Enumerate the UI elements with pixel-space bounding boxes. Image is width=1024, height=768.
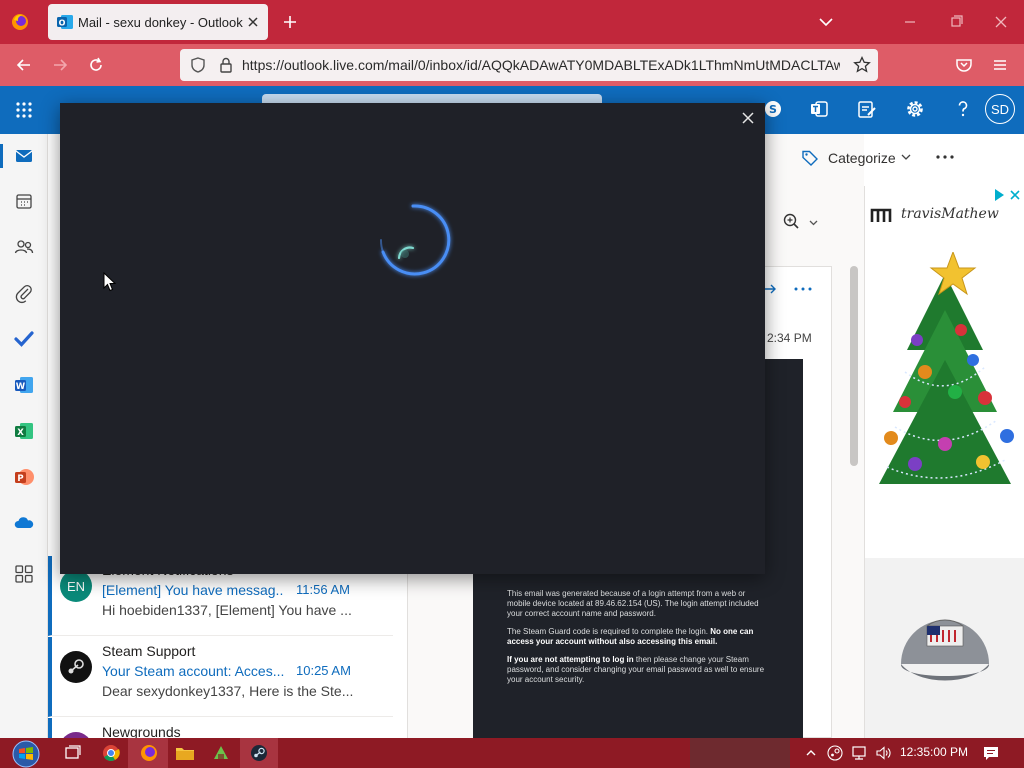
attachment-paperclip-icon[interactable] [13, 282, 35, 304]
powerpoint-icon[interactable]: P [13, 466, 35, 488]
reading-pane-scrollbar[interactable] [850, 266, 858, 466]
svg-text:O: O [59, 19, 66, 28]
rail-active-indicator [0, 144, 3, 168]
window-restore-icon[interactable] [946, 12, 966, 32]
calendar-icon[interactable] [13, 190, 35, 212]
tracking-protection-shield-icon[interactable] [188, 55, 208, 75]
excel-icon[interactable]: X [13, 420, 35, 442]
minecraft-icon[interactable] [210, 743, 232, 763]
message-time: 10:25 AM [296, 663, 351, 678]
outlook-favicon-icon: O [56, 13, 74, 31]
message-more-ellipsis-icon[interactable] [792, 282, 814, 296]
lock-icon[interactable] [216, 55, 236, 75]
back-arrow-icon[interactable] [14, 55, 34, 75]
ad-brand-text: travisMathew [901, 206, 999, 222]
steam-tray-icon[interactable] [826, 744, 844, 762]
chevron-down-icon [900, 151, 912, 163]
window-minimize-icon[interactable] [900, 12, 920, 32]
settings-gear-icon[interactable] [904, 98, 926, 120]
word-icon[interactable]: W [13, 374, 35, 396]
message-time: 11:56 AM [296, 582, 350, 597]
reload-icon[interactable] [86, 55, 106, 75]
email-body-text: This email was generated because of a lo… [507, 589, 771, 693]
pocket-icon[interactable] [954, 55, 974, 75]
new-tab-plus-icon[interactable] [280, 12, 300, 32]
people-icon[interactable] [13, 236, 35, 258]
message-preview: Dear sexydonkey1337, Here is the Ste... [102, 683, 354, 699]
message-subject: [Element] You have messag... [102, 582, 284, 598]
mail-icon[interactable] [13, 145, 35, 167]
baseball-cap-image [891, 590, 999, 700]
start-button-windows-icon[interactable] [8, 740, 44, 768]
taskbar-clock[interactable]: 12:35:00 PM [900, 745, 968, 759]
skype-icon[interactable]: S [762, 98, 784, 120]
zoom-button[interactable] [780, 210, 824, 234]
email-paragraph: This email was generated because of a lo… [507, 589, 759, 618]
list-item[interactable]: Newgrounds [48, 718, 393, 738]
my-day-notes-icon[interactable] [856, 98, 878, 120]
message-sender: Steam Support [102, 643, 196, 659]
volume-speaker-icon[interactable] [874, 744, 892, 762]
list-item[interactable]: Steam Support Your Steam account: Acces.… [48, 637, 393, 717]
url-text: https://outlook.live.com/mail/0/inbox/id… [242, 57, 840, 73]
window-close-icon[interactable] [991, 12, 1011, 32]
message-subject: Your Steam account: Acces... [102, 663, 284, 679]
action-center-notification-icon[interactable] [982, 744, 1000, 762]
loading-modal [60, 103, 765, 574]
teams-icon[interactable] [808, 98, 830, 120]
message-sender: Newgrounds [102, 724, 181, 738]
svg-text:S: S [769, 103, 777, 116]
taskbar-blurred-area [690, 738, 790, 768]
show-hidden-icons-chevron-icon[interactable] [804, 746, 818, 760]
firefox-icon[interactable] [10, 12, 30, 32]
svg-text:W: W [16, 382, 26, 392]
steam-icon[interactable] [248, 743, 270, 763]
list-all-tabs-chevron-icon[interactable] [816, 12, 836, 32]
chrome-icon[interactable] [100, 743, 122, 763]
close-tab-icon[interactable] [244, 13, 262, 31]
mouse-cursor-icon [103, 272, 117, 292]
task-view-icon[interactable] [62, 743, 84, 763]
avatar: EN [60, 570, 92, 602]
christmas-tree-image [865, 252, 1024, 502]
app-launcher-waffle-icon[interactable] [14, 100, 34, 120]
tab-title: Mail - sexu donkey - Outlook [78, 15, 243, 30]
url-bar[interactable]: https://outlook.live.com/mail/0/inbox/id… [180, 49, 878, 81]
message-received-time: 2:34 PM [767, 331, 812, 345]
firefox-icon[interactable] [138, 743, 160, 763]
file-explorer-folder-icon[interactable] [174, 743, 196, 763]
forward-arrow-icon[interactable] [50, 55, 70, 75]
loading-spinner-icon [373, 200, 455, 282]
email-paragraph: The Steam Guard code is required to comp… [507, 627, 771, 647]
todo-check-icon[interactable] [13, 328, 35, 350]
help-question-icon[interactable] [952, 98, 974, 120]
categorize-label: Categorize [828, 150, 896, 166]
svg-text:P: P [17, 474, 23, 484]
categorize-button[interactable]: Categorize [800, 146, 920, 170]
more-actions-ellipsis-icon[interactable] [934, 148, 956, 166]
email-text-span: The Steam Guard code is required to comp… [507, 627, 711, 636]
hamburger-menu-icon[interactable] [990, 55, 1010, 75]
ad-panel[interactable]: travisMathew [864, 186, 1024, 738]
account-avatar[interactable]: SD [985, 94, 1015, 124]
close-icon[interactable] [740, 110, 756, 126]
onedrive-cloud-icon[interactable] [13, 512, 35, 534]
adchoices-icon[interactable] [993, 188, 1023, 202]
message-preview: Hi hoebiden1337, [Element] You have ... [102, 602, 352, 618]
network-icon[interactable] [850, 744, 868, 762]
more-apps-grid-icon[interactable] [13, 563, 35, 585]
bookmark-star-icon[interactable] [852, 55, 872, 75]
browser-tab-outlook[interactable]: O Mail - sexu donkey - Outlook [48, 4, 268, 40]
tag-icon [800, 148, 820, 168]
email-paragraph: If you are not attempting to log in then… [507, 655, 771, 685]
steam-avatar-icon [60, 651, 92, 683]
svg-text:X: X [17, 428, 24, 438]
email-bold-text: If you are not attempting to log in [507, 655, 634, 664]
